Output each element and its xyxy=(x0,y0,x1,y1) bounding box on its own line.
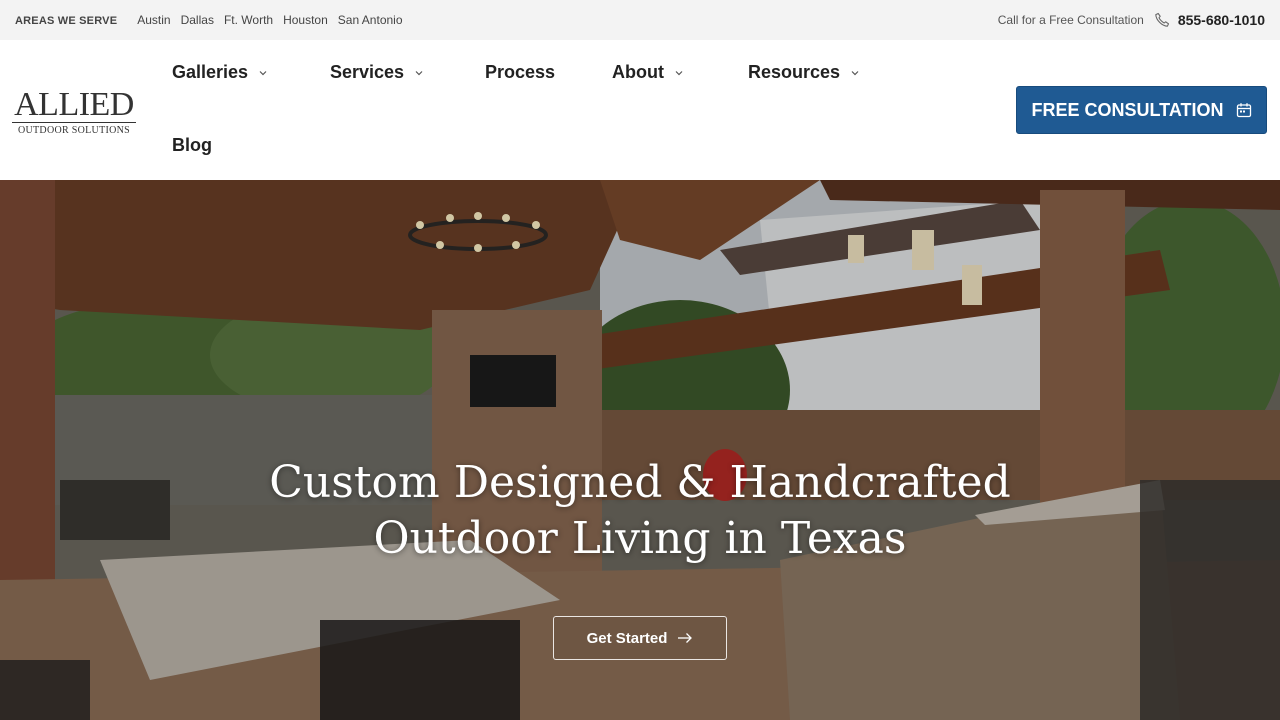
area-link-ft-worth[interactable]: Ft. Worth xyxy=(224,13,273,27)
nav-blog-label: Blog xyxy=(172,135,212,155)
nav-blog[interactable]: Blog xyxy=(172,135,212,156)
site-logo[interactable]: ALLIED OUTDOOR SOLUTIONS xyxy=(12,88,138,138)
arrow-right-icon xyxy=(677,632,693,644)
nav-galleries[interactable]: Galleries xyxy=(172,62,268,83)
free-consultation-button[interactable]: FREE CONSULTATION xyxy=(1016,86,1267,134)
calendar-icon xyxy=(1236,102,1252,118)
nav-services[interactable]: Services xyxy=(330,62,424,83)
nav-about-label: About xyxy=(612,62,664,82)
hero-heading-line-2: Outdoor Living in Texas xyxy=(373,513,907,564)
get-started-label: Get Started xyxy=(586,629,668,647)
chevron-down-icon xyxy=(674,68,684,78)
hero-section: Custom Designed & Handcrafted Outdoor Li… xyxy=(0,180,1280,720)
free-consultation-label: FREE CONSULTATION xyxy=(1031,99,1224,120)
nav-resources-label: Resources xyxy=(748,62,841,82)
contact-label: Call for a Free Consultation xyxy=(997,13,1144,27)
nav-services-label: Services xyxy=(330,62,405,82)
nav-process[interactable]: Process xyxy=(485,62,555,83)
top-utility-bar: AREAS WE SERVE Austin Dallas Ft. Worth H… xyxy=(0,0,1280,40)
chevron-down-icon xyxy=(258,68,268,78)
areas-label: AREAS WE SERVE xyxy=(15,14,118,27)
contact-info: Call for a Free Consultation 855-680-101… xyxy=(998,0,1265,40)
area-link-austin[interactable]: Austin xyxy=(137,13,170,27)
nav-resources[interactable]: Resources xyxy=(748,62,860,83)
site-header: ALLIED OUTDOOR SOLUTIONS Galleries Servi… xyxy=(0,40,1280,180)
chevron-down-icon xyxy=(414,68,424,78)
hero-heading-line-1: Custom Designed & Handcrafted xyxy=(269,457,1011,508)
area-link-san-antonio[interactable]: San Antonio xyxy=(338,13,403,27)
hero-heading: Custom Designed & Handcrafted Outdoor Li… xyxy=(240,455,1040,567)
nav-galleries-label: Galleries xyxy=(172,62,249,82)
get-started-button[interactable]: Get Started xyxy=(553,616,727,660)
logo-wordmark: ALLIED xyxy=(12,88,136,123)
logo-tagline: OUTDOOR SOLUTIONS xyxy=(17,125,131,136)
area-link-dallas[interactable]: Dallas xyxy=(181,13,214,27)
chevron-down-icon xyxy=(850,68,860,78)
area-link-houston[interactable]: Houston xyxy=(283,13,328,27)
nav-about[interactable]: About xyxy=(612,62,684,83)
nav-process-label: Process xyxy=(485,62,556,82)
phone-number-link[interactable]: 855-680-1010 xyxy=(1178,12,1265,28)
areas-we-serve: AREAS WE SERVE Austin Dallas Ft. Worth H… xyxy=(15,0,413,40)
phone-icon xyxy=(1154,12,1170,28)
